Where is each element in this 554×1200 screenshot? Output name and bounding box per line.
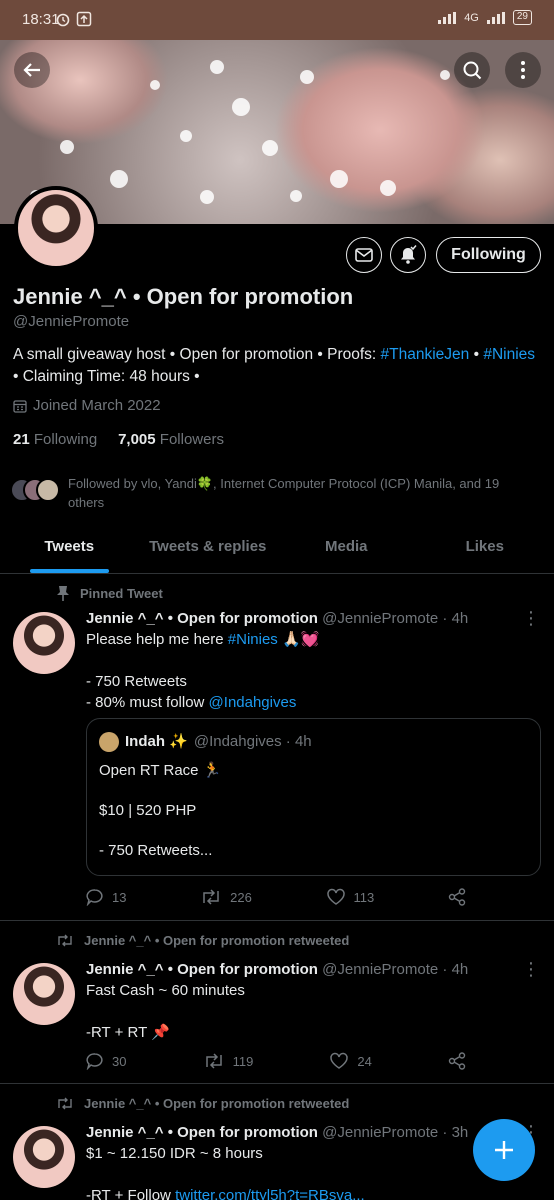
tweet-retweeted-1[interactable]: Jennie ^_^ • Open for promotion retweete… [0, 921, 554, 1084]
reply-icon [86, 1053, 103, 1070]
signal-2-icon [486, 11, 505, 24]
following-count-link[interactable]: 21 Following [13, 431, 97, 448]
retweet-small-icon [58, 934, 72, 947]
alarm-icon [56, 13, 70, 27]
status-time: 18:31 [22, 11, 60, 28]
retweet-icon [203, 889, 219, 905]
reply-button[interactable]: 13 [86, 888, 126, 906]
quoted-tweet[interactable]: Indah ✨ @Indahgives · 4h Open RT Race 🏃 … [86, 718, 541, 876]
retweeted-label: Jennie ^_^ • Open for promotion retweete… [56, 1096, 349, 1111]
battery-icon: 29 [512, 10, 532, 25]
tweet-avatar[interactable] [13, 1126, 75, 1188]
tab-tweets-replies[interactable]: Tweets & replies [139, 524, 278, 573]
retweet-small-icon [58, 1097, 72, 1110]
envelope-icon [355, 248, 373, 262]
joined-date: Joined March 2022 [13, 397, 161, 414]
network-type: 4G [464, 11, 479, 24]
followed-by[interactable]: Followed by vlo, Yandi🍀, Internet Comput… [10, 474, 538, 512]
notifications-button[interactable] [390, 237, 426, 273]
profile-bio: A small giveaway host • Open for promoti… [13, 346, 536, 385]
following-button[interactable]: Following [436, 237, 541, 273]
plus-icon [495, 1141, 513, 1159]
quote-avatar [99, 731, 119, 752]
bell-check-icon [401, 245, 417, 264]
like-button[interactable]: 113 [326, 888, 374, 906]
profile-handle: @JenniePromote [13, 313, 130, 330]
retweet-icon [205, 1053, 222, 1069]
hashtag-thankiejen[interactable]: #ThankieJen [381, 346, 470, 363]
upload-notification-icon [76, 11, 92, 27]
hashtag-link[interactable]: #Ninies [228, 631, 278, 648]
retweeted-label: Jennie ^_^ • Open for promotion retweete… [56, 933, 349, 948]
compose-tweet-button[interactable] [473, 1119, 535, 1181]
search-button[interactable] [454, 52, 490, 88]
tweet-avatar[interactable] [13, 612, 75, 674]
follower-avatars [10, 474, 60, 504]
status-bar: 18:31 4G 29 [0, 0, 554, 40]
tweet-content: Jennie ^_^ • Open for promotion @JennieP… [86, 608, 542, 713]
back-arrow-icon [23, 63, 40, 77]
follow-counts: 21 Following 7,005 Followers [13, 431, 224, 448]
hashtag-ninies[interactable]: #Ninies [483, 346, 535, 363]
more-vertical-icon [521, 61, 525, 79]
retweet-button[interactable]: 119 [203, 1052, 253, 1070]
back-button[interactable] [14, 52, 50, 88]
profile-tabs: Tweets Tweets & replies Media Likes [0, 524, 554, 574]
tweet-content: Jennie ^_^ • Open for promotion @JennieP… [86, 1122, 542, 1200]
tweet-content: Jennie ^_^ • Open for promotion @JennieP… [86, 961, 469, 1041]
tab-likes[interactable]: Likes [416, 524, 554, 573]
tweet-link[interactable]: twitter.com/ttyl5h?t=RBsva... [175, 1187, 365, 1200]
profile-name: Jennie ^_^ • Open for promotion [13, 284, 354, 309]
tweet-actions: 30 119 24 [86, 1052, 466, 1070]
followers-count-link[interactable]: 7,005 Followers [118, 431, 224, 448]
signal-icon [438, 11, 457, 24]
tweet-retweeted-2[interactable]: Jennie ^_^ • Open for promotion retweete… [0, 1084, 554, 1200]
search-icon [463, 61, 482, 80]
heart-icon [330, 1052, 349, 1069]
share-icon [448, 1052, 466, 1070]
more-options-button[interactable] [505, 52, 541, 88]
share-button[interactable] [448, 888, 466, 906]
tweet-avatar[interactable] [13, 963, 75, 1025]
heart-icon [326, 888, 345, 905]
pinned-label: Pinned Tweet [56, 585, 163, 601]
reply-button[interactable]: 30 [86, 1052, 126, 1070]
tweet-actions: 13 226 113 [86, 888, 466, 906]
message-button[interactable] [346, 237, 382, 273]
tab-tweets[interactable]: Tweets [0, 524, 139, 573]
quote-header: Indah ✨ @Indahgives · 4h [99, 731, 528, 752]
like-button[interactable]: 24 [329, 1052, 372, 1070]
share-button[interactable] [448, 1052, 466, 1070]
share-icon [448, 888, 466, 906]
reply-icon [86, 889, 103, 906]
mention-link[interactable]: @Indahgives [209, 694, 297, 711]
tweet-header: Jennie ^_^ • Open for promotion @JennieP… [86, 610, 469, 627]
pin-icon [57, 586, 69, 601]
profile-avatar[interactable] [14, 186, 98, 270]
retweet-button[interactable]: 226 [200, 888, 252, 906]
tab-media[interactable]: Media [277, 524, 416, 573]
calendar-icon [13, 399, 27, 413]
